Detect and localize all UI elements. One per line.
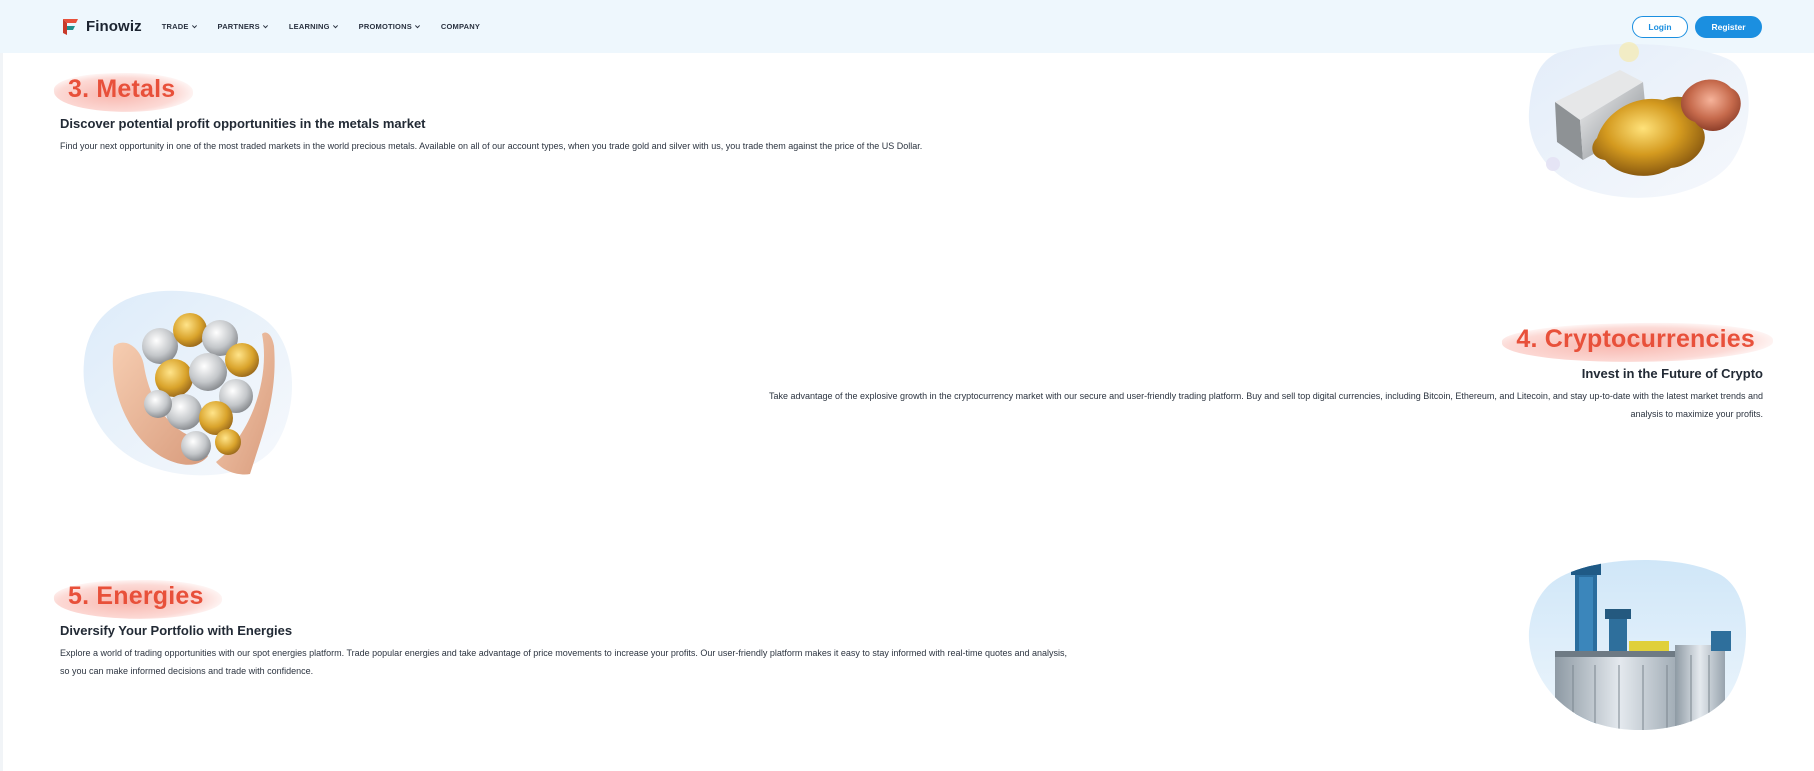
nav-item-learning[interactable]: LEARNING (289, 22, 339, 31)
nav-item-label: PROMOTIONS (358, 22, 412, 31)
section-heading: 4. Cryptocurrencies (1516, 325, 1755, 353)
section-heading: 5. Energies (68, 582, 204, 610)
chevron-down-icon (414, 25, 420, 29)
section-description: Explore a world of trading opportunities… (60, 648, 1068, 676)
chevron-down-icon (262, 25, 268, 29)
section-description: Take advantage of the explosive growth i… (768, 391, 1763, 419)
crypto-text-block: 4. Cryptocurrencies Invest in the Future… (763, 319, 1774, 423)
section-subheading: Invest in the Future of Crypto (1581, 366, 1763, 381)
metals-image (1528, 42, 1749, 198)
chevron-down-icon (191, 25, 197, 29)
page: Finowiz TRADE PARTNERS LEARNING PROMOTIO… (0, 0, 1814, 771)
nav-item-company[interactable]: COMPANY (441, 22, 480, 31)
brand-name: Finowiz (86, 18, 142, 35)
nav-item-partners[interactable]: PARTNERS (218, 22, 269, 31)
nav-item-label: LEARNING (288, 22, 330, 31)
brand[interactable]: Finowiz (60, 17, 142, 37)
chevron-down-icon (332, 25, 338, 29)
finowiz-logo-icon (63, 18, 78, 35)
heading-wrap: 3. Metals (53, 71, 194, 114)
section-description: Find your next opportunity in one of the… (60, 141, 923, 151)
nav-item-trade[interactable]: TRADE (162, 22, 198, 31)
nav-actions: Login Register (1632, 15, 1762, 38)
crypto-image (83, 290, 293, 476)
register-button[interactable]: Register (1695, 15, 1762, 38)
energies-image (1528, 560, 1747, 731)
section-heading: 3. Metals (68, 75, 176, 103)
nav-item-label: TRADE (161, 22, 189, 31)
nav-item-label: PARTNERS (217, 22, 260, 31)
nav-item-promotions[interactable]: PROMOTIONS (359, 22, 421, 31)
heading-wrap: 5. Energies (53, 577, 223, 622)
heading-wrap: 4. Cryptocurrencies (1501, 319, 1774, 366)
login-button[interactable]: Login (1632, 15, 1688, 38)
nav-menu: TRADE PARTNERS LEARNING PROMOTIONS COMPA… (162, 22, 480, 31)
nav-item-label: COMPANY (440, 22, 481, 31)
